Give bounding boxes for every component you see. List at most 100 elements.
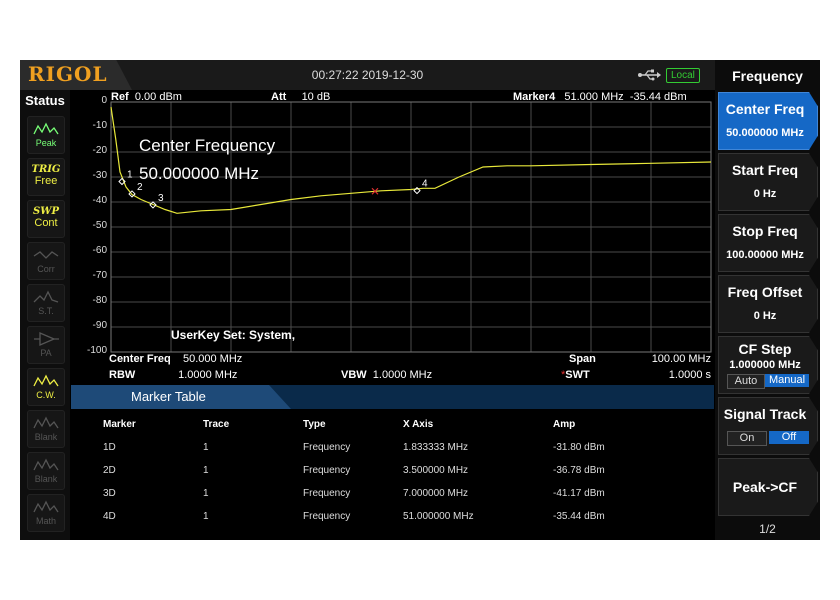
trace-blank-icon [33,458,59,471]
marker-table-title: Marker Table [131,389,206,404]
freq-offset-button-value: 0 Hz [753,310,777,322]
center-freq-button-label: Center Freq [725,101,805,117]
signal-track-on-option[interactable]: On [727,431,767,446]
trace-blank-icon [33,416,59,429]
cell-type: Frequency [303,511,351,522]
cell-amp: -36.78 dBm [553,465,605,476]
span-label: Span [569,353,596,365]
marker-number: 3 [158,193,164,204]
spectrum-display[interactable]: 1234 Ref 0.00 dBm Att 10 dB Marker4 51.0… [71,90,714,381]
status-trace4-label: Math [35,516,56,526]
marker-number: 4 [422,179,428,190]
stop-freq-button-value: 100.00000 MHz [726,249,804,261]
y-tick-label: -30 [92,170,107,181]
signal-track-off-option[interactable]: Off [769,431,809,444]
overlay-value: 50.000000 MHz [139,164,260,183]
cf-step-button[interactable]: CF Step 1.000000 MHz Auto Manual [718,336,818,394]
menu-page-indicator: 1/2 [759,522,776,536]
cell-trace: 1 [203,488,209,499]
correction-icon [33,251,59,259]
stop-freq-button[interactable]: Stop Freq 100.00000 MHz [718,214,818,272]
status-peak-label: Peak [35,138,57,148]
center-freq-button[interactable]: Center Freq 50.000000 MHz [718,92,818,150]
preamp-icon [34,332,59,346]
freq-offset-button-label: Freq Offset [727,284,803,300]
status-corr: Corr [27,242,65,280]
center-freq-footer-label: Center Freq [109,353,171,365]
signal-track-button[interactable]: Signal Track On Off [718,397,818,455]
marker-readout-label: Marker4 [513,91,556,103]
cell-x-axis: 3.500000 MHz [403,465,469,476]
signal-track-icon [33,290,59,303]
peak-search-icon [33,122,59,135]
peak-to-cf-button-label: Peak->CF [732,479,798,495]
top-bar: RIGOL 00:27:22 2019-12-30 Local [20,60,715,90]
cf-step-auto-option[interactable]: Auto [727,374,765,389]
clear-write-icon [33,374,59,387]
cell-x-axis: 7.000000 MHz [403,488,469,499]
status-preamp: PA [27,326,65,364]
center-freq-footer-value: 50.000 MHz [182,353,243,365]
swt-value: 1.0000 s [668,369,711,381]
cell-x-axis: 1.833333 MHz [403,442,469,453]
cell-amp: -31.80 dBm [553,442,605,453]
col-header-amp: Amp [553,419,576,430]
status-signal-track-label: S.T. [38,306,54,316]
col-header-marker: Marker [103,419,136,430]
cell-type: Frequency [303,488,351,499]
peak-to-cf-button[interactable]: Peak->CF [718,458,818,516]
status-sweep: SWP Cont [27,200,65,238]
status-corr-label: Corr [37,264,55,274]
start-freq-button-label: Start Freq [731,162,799,178]
usb-icon [638,69,661,81]
y-tick-label: -10 [92,120,107,131]
cf-step-button-label: CF Step [738,341,792,357]
userkey-status: UserKey Set: System, [171,328,296,342]
center-freq-button-value: 50.000000 MHz [726,127,804,139]
marker-table-header-bar: Marker Table [71,385,714,409]
y-tick-label: -100 [86,345,107,356]
menu-title: Frequency [732,68,803,84]
cell-amp: -41.17 dBm [553,488,605,499]
y-tick-label: -20 [92,145,107,156]
freq-offset-button[interactable]: Freq Offset 0 Hz [718,275,818,333]
col-header-type: Type [303,419,326,430]
signal-track-button-label: Signal Track [723,406,807,422]
status-trace1-label: C.W. [36,390,56,400]
cell-trace: 1 [203,465,209,476]
marker-readout-amp: -35.44 dBm [629,91,687,103]
y-tick-label: -70 [92,270,107,281]
col-header-x-axis: X Axis [403,419,434,430]
softkey-menu: Frequency Center Freq 50.000000 MHz Star… [715,60,820,540]
span-value: 100.00 MHz [651,353,711,365]
cell-x-axis: 51.000000 MHz [403,511,474,522]
start-freq-button[interactable]: Start Freq 0 Hz [718,153,818,211]
swt-label: SWT [565,369,590,381]
cell-trace: 1 [203,511,209,522]
att-label: Att [271,91,287,103]
cell-marker: 1D [103,442,116,453]
att-value: 10 dB [301,91,331,103]
ref-label: Ref [111,91,129,103]
status-trace1: C.W. [27,368,65,406]
y-tick-label: -80 [92,295,107,306]
overlay-title: Center Frequency [139,136,276,155]
cell-marker: 3D [103,488,116,499]
cell-marker: 2D [103,465,116,476]
y-tick-label: -40 [92,195,107,206]
y-tick-label: 0 [101,95,107,106]
status-peak: Peak [27,116,65,154]
y-tick-label: -50 [92,220,107,231]
local-badge: Local [666,68,700,83]
y-tick-label: -90 [92,320,107,331]
marker-table-title-tab: Marker Table [71,385,291,409]
status-panel: Status Peak TRIG Free SWP Cont Corr S.T.… [20,90,70,540]
cf-step-manual-option[interactable]: Manual [765,374,809,387]
y-tick-label: -60 [92,245,107,256]
date-time: 00:27:22 2019-12-30 [311,68,424,82]
col-header-trace: Trace [203,419,230,430]
cell-type: Frequency [303,465,351,476]
cell-trace: 1 [203,442,209,453]
center-frequency-overlay: Center Frequency 50.000000 MHz [139,132,275,188]
status-title: Status [25,93,65,108]
